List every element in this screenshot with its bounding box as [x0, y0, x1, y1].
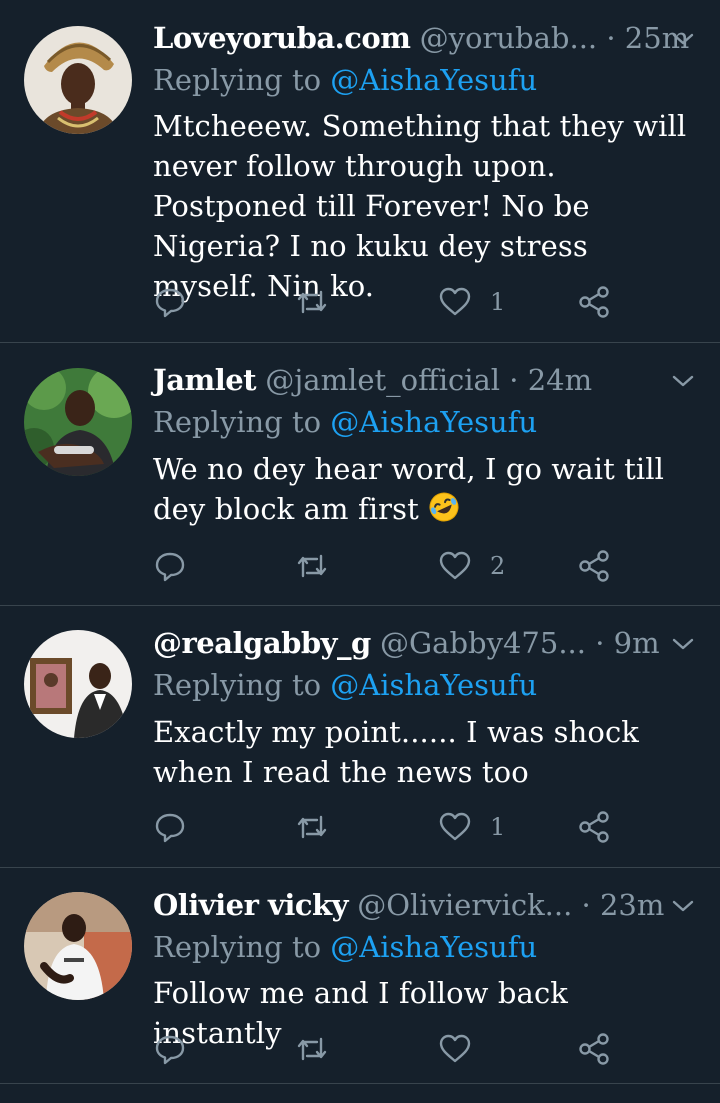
reply-button[interactable]	[153, 546, 187, 586]
like-count: 2	[490, 552, 506, 580]
tweet[interactable]: @realgabby_g @Gabby475... · 9m Replying …	[0, 606, 720, 868]
user-handle[interactable]: @Gabby475...	[380, 626, 586, 660]
reply-icon	[155, 1035, 185, 1065]
like-button[interactable]: 2	[438, 546, 505, 586]
mention-link[interactable]: @AishaYesufu	[330, 63, 537, 97]
reply-button[interactable]	[153, 282, 187, 322]
like-button[interactable]: 1	[438, 807, 505, 847]
avatar[interactable]	[24, 368, 132, 476]
tweet[interactable]: Jamlet @jamlet_official · 24m Replying t…	[0, 343, 720, 606]
tweet-actions: 1	[153, 282, 623, 322]
share-icon	[579, 1033, 609, 1065]
tweet[interactable]: Loveyoruba.com @yorubab... · 25m Replyin…	[0, 0, 720, 343]
replying-to-line: Replying to @AishaYesufu	[153, 929, 706, 965]
tweet-text: We no dey hear word, I go wait till dey …	[153, 452, 665, 526]
retweet-icon	[297, 815, 327, 839]
replying-label: Replying to	[153, 63, 322, 97]
like-count: 1	[490, 288, 506, 316]
user-handle[interactable]: @jamlet_official	[265, 363, 500, 397]
retweet-button[interactable]	[294, 282, 330, 322]
like-icon	[439, 812, 471, 841]
avatar[interactable]	[24, 630, 132, 738]
share-button[interactable]	[577, 807, 611, 847]
reply-icon	[155, 288, 185, 318]
reply-icon	[155, 813, 185, 843]
reply-button[interactable]	[153, 807, 187, 847]
share-button[interactable]	[577, 282, 611, 322]
chevron-down-icon[interactable]	[672, 895, 694, 917]
share-button[interactable]	[577, 546, 611, 586]
replying-to-line: Replying to @AishaYesufu	[153, 404, 706, 440]
user-handle[interactable]: @yorubab...	[420, 21, 597, 55]
like-count: 1	[490, 813, 506, 841]
retweet-button[interactable]	[294, 546, 330, 586]
like-icon	[439, 287, 471, 316]
reply-icon	[155, 552, 185, 582]
user-handle[interactable]: @Oliviervick...	[357, 888, 572, 922]
tweet-header: @realgabby_g @Gabby475... · 9m	[153, 625, 706, 661]
share-button[interactable]	[577, 1029, 611, 1069]
mention-link[interactable]: @AishaYesufu	[330, 668, 537, 702]
separator-dot: ·	[581, 888, 591, 922]
separator-dot: ·	[509, 363, 519, 397]
tweet-actions: 1	[153, 807, 623, 847]
chevron-down-icon[interactable]	[672, 28, 694, 50]
tweet-header: Jamlet @jamlet_official · 24m	[153, 362, 706, 398]
replying-to-line: Replying to @AishaYesufu	[153, 667, 706, 703]
avatar[interactable]	[24, 26, 132, 134]
tweet-text: Exactly my point...... I was shock when …	[153, 715, 639, 789]
tweet-header: Olivier vicky @Oliviervick... · 23m	[153, 887, 706, 923]
timestamp[interactable]: 23m	[600, 888, 664, 922]
retweet-button[interactable]	[294, 807, 330, 847]
share-icon	[579, 550, 609, 582]
tweet-actions: 2	[153, 546, 623, 586]
tweet-header: Loveyoruba.com @yorubab... · 25m	[153, 20, 706, 56]
avatar[interactable]	[24, 892, 132, 1000]
tweet-text-container: We no dey hear word, I go wait till dey …	[153, 449, 700, 529]
retweet-icon	[297, 554, 327, 578]
tweet-actions	[153, 1029, 623, 1069]
like-icon	[439, 551, 471, 580]
tweet[interactable]: Olivier vicky @Oliviervick... · 23m Repl…	[0, 868, 720, 1084]
replying-label: Replying to	[153, 668, 322, 702]
separator-dot: ·	[606, 21, 616, 55]
retweet-button[interactable]	[294, 1029, 330, 1069]
replying-label: Replying to	[153, 405, 322, 439]
share-icon	[579, 286, 609, 318]
chevron-down-icon[interactable]	[672, 633, 694, 655]
timestamp[interactable]: 9m	[614, 626, 660, 660]
like-button[interactable]	[438, 1029, 490, 1069]
separator-dot: ·	[595, 626, 605, 660]
retweet-icon	[297, 290, 327, 314]
tweet-text: Mtcheeew. Something that they will never…	[153, 109, 687, 303]
like-button[interactable]: 1	[438, 282, 505, 322]
mention-link[interactable]: @AishaYesufu	[330, 930, 537, 964]
display-name[interactable]: Olivier vicky	[153, 888, 348, 922]
display-name[interactable]: @realgabby_g	[153, 626, 371, 660]
retweet-icon	[297, 1037, 327, 1061]
display-name[interactable]: Jamlet	[153, 363, 257, 397]
share-icon	[579, 811, 609, 843]
mention-link[interactable]: @AishaYesufu	[330, 405, 537, 439]
replying-to-line: Replying to @AishaYesufu	[153, 62, 706, 98]
chevron-down-icon[interactable]	[672, 370, 694, 392]
rolling-on-floor-laughing-emoji	[429, 492, 459, 522]
display-name[interactable]: Loveyoruba.com	[153, 21, 411, 55]
replying-label: Replying to	[153, 930, 322, 964]
timestamp[interactable]: 24m	[528, 363, 592, 397]
reply-button[interactable]	[153, 1029, 187, 1069]
like-icon	[439, 1034, 471, 1063]
